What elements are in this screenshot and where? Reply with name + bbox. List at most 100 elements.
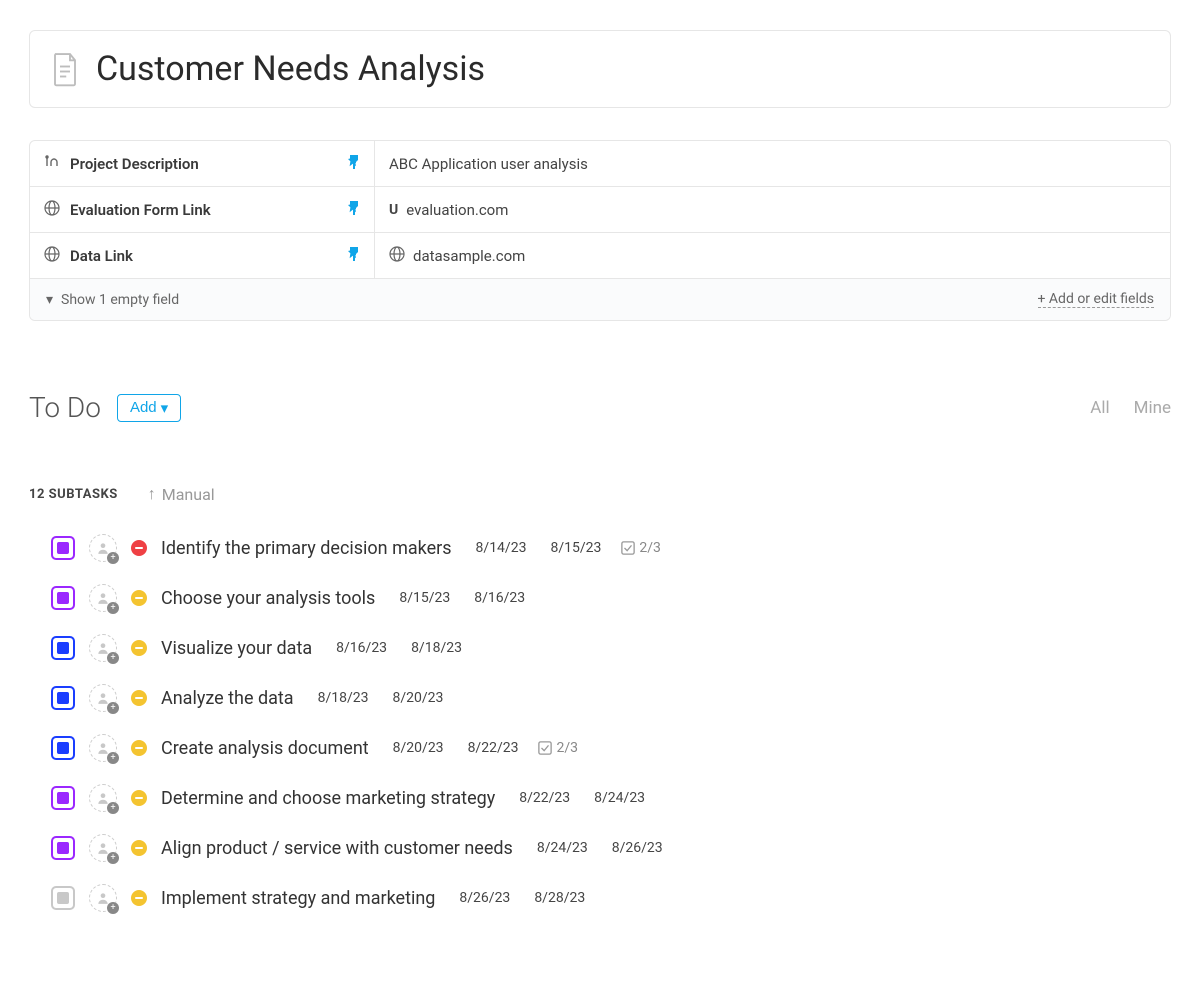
field-type-icon [44,200,60,220]
subtask-title[interactable]: Determine and choose marketing strategy [161,788,495,809]
end-date[interactable]: 8/28/23 [534,890,585,906]
start-date[interactable]: 8/16/23 [336,640,387,656]
field-key[interactable]: Project Description [30,141,375,186]
subtask-title[interactable]: Create analysis document [161,738,369,759]
status-checkbox[interactable] [51,736,75,760]
subtask-title[interactable]: Choose your analysis tools [161,588,375,609]
page-title[interactable]: Customer Needs Analysis [96,49,485,89]
field-label: Evaluation Form Link [70,201,211,219]
add-edit-fields-button[interactable]: + Add or edit fields [1038,291,1155,308]
field-value[interactable]: ABC Application user analysis [375,155,1170,173]
assignee-slot[interactable]: + [89,884,117,912]
assignee-slot[interactable]: + [89,684,117,712]
plus-icon: + [107,852,119,864]
priority-flag[interactable] [131,840,147,856]
filter-all[interactable]: All [1090,398,1109,418]
pin-icon[interactable] [348,247,360,265]
document-icon [50,51,80,87]
start-date[interactable]: 8/14/23 [476,540,527,556]
show-empty-label: Show 1 empty field [61,292,179,308]
assignee-slot[interactable]: + [89,784,117,812]
subtasks-meta: 12 SUBTASKS ↑ Manual [29,484,1171,504]
start-date[interactable]: 8/15/23 [399,590,450,606]
start-date[interactable]: 8/18/23 [318,690,369,706]
subtask-title[interactable]: Analyze the data [161,688,294,709]
status-checkbox[interactable] [51,786,75,810]
pin-icon[interactable] [348,155,360,173]
assignee-slot[interactable]: + [89,834,117,862]
add-button-label: Add [130,399,157,416]
arrow-up-icon: ↑ [148,484,156,504]
priority-flag[interactable] [131,690,147,706]
sort-label: Manual [162,485,215,504]
field-label: Project Description [70,155,199,173]
field-type-icon [44,246,60,266]
end-date[interactable]: 8/15/23 [550,540,601,556]
plus-icon: + [107,702,119,714]
priority-flag[interactable] [131,890,147,906]
filter-mine[interactable]: Mine [1134,398,1171,418]
field-key[interactable]: Evaluation Form Link [30,187,375,232]
plus-icon: + [107,802,119,814]
show-empty-fields-toggle[interactable]: ▾ Show 1 empty field [46,292,179,308]
plus-icon: + [107,552,119,564]
end-date[interactable]: 8/18/23 [411,640,462,656]
sort-mode-button[interactable]: ↑ Manual [148,484,215,504]
status-checkbox[interactable] [51,836,75,860]
start-date[interactable]: 8/22/23 [519,790,570,806]
field-value-text: ABC Application user analysis [389,155,588,173]
subtask-title[interactable]: Align product / service with customer ne… [161,838,513,859]
subtask-row: + Identify the primary decision makers 8… [51,534,1171,562]
subtask-row: + Align product / service with customer … [51,834,1171,862]
subtask-title[interactable]: Identify the primary decision makers [161,538,452,559]
start-date[interactable]: 8/20/23 [393,740,444,756]
field-value-text: evaluation.com [406,201,508,219]
todo-section-title: To Do [29,391,101,424]
subtask-row: + Determine and choose marketing strateg… [51,784,1171,812]
priority-flag[interactable] [131,790,147,806]
subtask-row: + Analyze the data 8/18/23 8/20/23 [51,684,1171,712]
start-date[interactable]: 8/24/23 [537,840,588,856]
checklist-progress[interactable]: 2/3 [621,540,661,556]
field-value[interactable]: U evaluation.com [375,201,1170,219]
add-task-button[interactable]: Add ▾ [117,394,181,422]
field-value-text: datasample.com [413,247,525,265]
status-checkbox[interactable] [51,636,75,660]
field-row: Evaluation Form Link U evaluation.com [30,187,1170,233]
field-value[interactable]: datasample.com [375,246,1170,266]
field-row: Data Link datasample.com [30,233,1170,279]
subtask-title[interactable]: Implement strategy and marketing [161,888,435,909]
pin-icon[interactable] [348,201,360,219]
field-value-icon [389,246,405,266]
assignee-slot[interactable]: + [89,584,117,612]
priority-flag[interactable] [131,640,147,656]
end-date[interactable]: 8/24/23 [594,790,645,806]
fields-panel: Project Description ABC Application user… [29,140,1171,321]
subtasks-count: 12 SUBTASKS [29,487,118,502]
priority-flag[interactable] [131,540,147,556]
end-date[interactable]: 8/22/23 [468,740,519,756]
priority-flag[interactable] [131,740,147,756]
assignee-slot[interactable]: + [89,734,117,762]
status-checkbox[interactable] [51,586,75,610]
subtask-title[interactable]: Visualize your data [161,638,312,659]
subtask-row: + Visualize your data 8/16/23 8/18/23 [51,634,1171,662]
assignee-slot[interactable]: + [89,634,117,662]
subtask-row: + Implement strategy and marketing 8/26/… [51,884,1171,912]
status-checkbox[interactable] [51,536,75,560]
field-label: Data Link [70,247,133,265]
caret-down-icon: ▾ [46,292,53,308]
subtask-list: + Identify the primary decision makers 8… [51,534,1171,912]
status-checkbox[interactable] [51,686,75,710]
status-checkbox[interactable] [51,886,75,910]
checklist-progress[interactable]: 2/3 [538,740,578,756]
plus-icon: + [107,602,119,614]
start-date[interactable]: 8/26/23 [459,890,510,906]
end-date[interactable]: 8/20/23 [393,690,444,706]
field-key[interactable]: Data Link [30,233,375,278]
end-date[interactable]: 8/26/23 [612,840,663,856]
end-date[interactable]: 8/16/23 [474,590,525,606]
assignee-slot[interactable]: + [89,534,117,562]
subtask-row: + Create analysis document 8/20/23 8/22/… [51,734,1171,762]
priority-flag[interactable] [131,590,147,606]
